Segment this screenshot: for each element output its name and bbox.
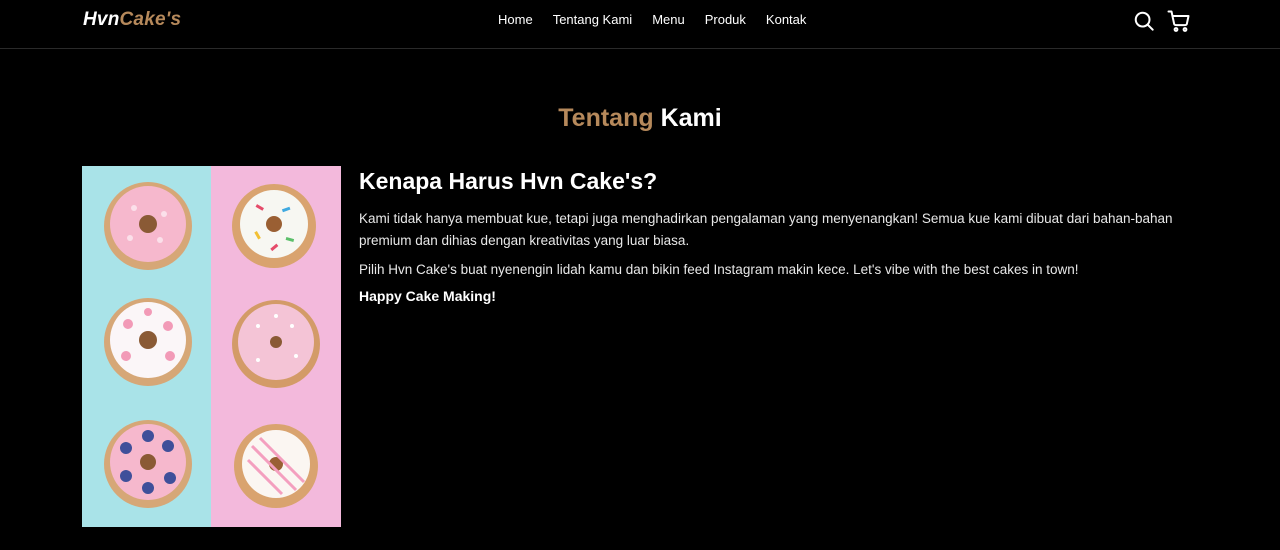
cart-icon[interactable] [1167, 9, 1191, 33]
nav-menu: Home Tentang Kami Menu Produk Kontak [498, 12, 806, 27]
donuts-image [82, 166, 341, 527]
nav-link-home[interactable]: Home [498, 12, 533, 27]
about-content: Kenapa Harus Hvn Cake's? Kami tidak hany… [359, 168, 1175, 304]
section-title-accent: Tentang [558, 104, 654, 132]
about-heading: Kenapa Harus Hvn Cake's? [359, 168, 658, 194]
about-closing: Happy Cake Making! [359, 288, 496, 304]
nav-link-tentang-kami[interactable]: Tentang Kami [553, 12, 633, 27]
search-icon[interactable] [1133, 10, 1155, 32]
navbar: HvnCake's Home Tentang Kami Menu Produk … [0, 0, 1280, 49]
nav-link-produk[interactable]: Produk [705, 12, 746, 27]
nav-link-kontak[interactable]: Kontak [766, 12, 806, 27]
brand-logo[interactable]: HvnCake's [83, 9, 181, 31]
about-paragraph-1: Kami tidak hanya membuat kue, tetapi jug… [359, 211, 1173, 248]
brand-part1: Hvn [83, 9, 120, 30]
section-title: Tentang Kami [0, 104, 1280, 133]
section-title-main: Kami [660, 104, 722, 132]
about-paragraph-2: Pilih Hvn Cake's buat nyenengin lidah ka… [359, 262, 1079, 277]
nav-link-menu[interactable]: Menu [652, 12, 685, 27]
brand-part2: Cake's [119, 9, 182, 30]
nav-icons [1133, 9, 1191, 33]
